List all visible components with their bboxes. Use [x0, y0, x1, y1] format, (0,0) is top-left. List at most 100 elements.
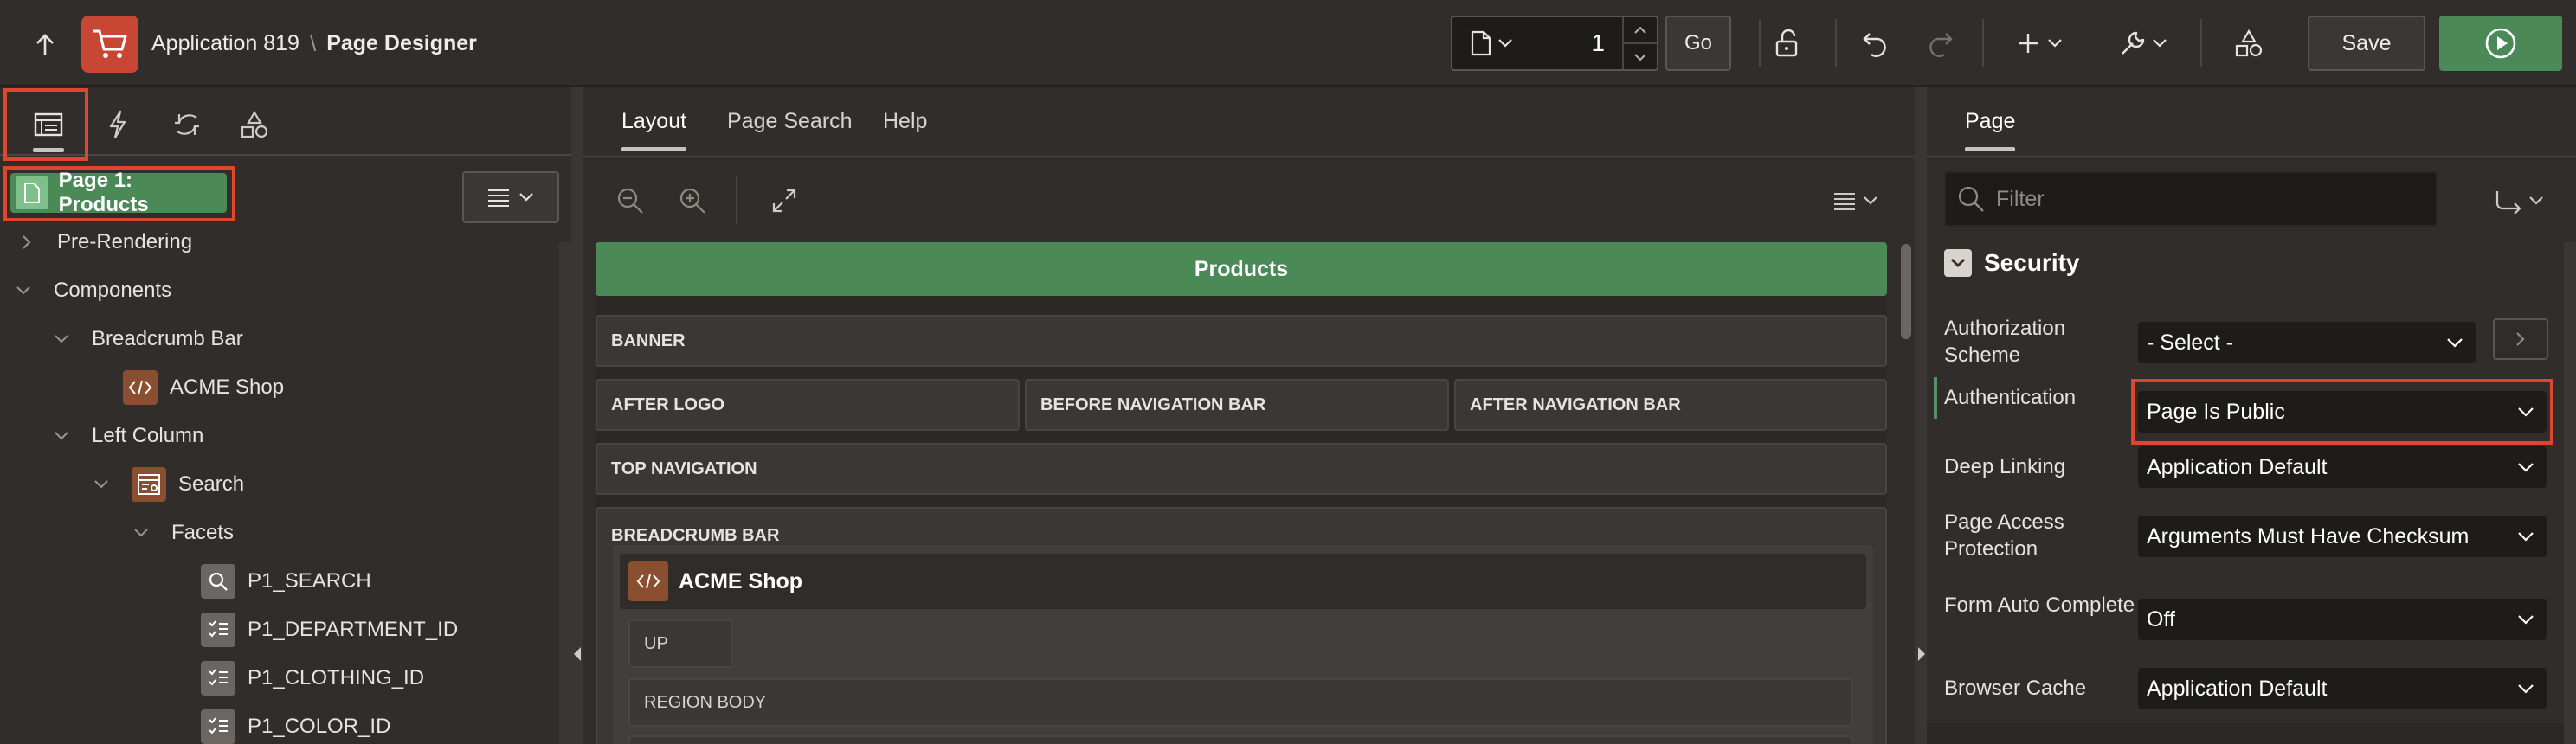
canvas-scrollbar[interactable]: [1899, 242, 1911, 744]
toolbar-divider: [1982, 19, 1984, 67]
page-finder-button[interactable]: [1452, 17, 1530, 69]
save-button[interactable]: Save: [2308, 16, 2425, 71]
checkbox-list-icon: [201, 613, 235, 647]
collapse-toggle-icon[interactable]: [1944, 249, 1972, 277]
expand-icon[interactable]: [760, 176, 808, 225]
page-access-protection-select[interactable]: Arguments Must Have Checksum: [2138, 516, 2547, 557]
stepper-up-icon[interactable]: [1624, 17, 1657, 42]
tree-node-components[interactable]: Components: [14, 270, 171, 311]
tree-node-breadcrumb-bar[interactable]: Breadcrumb Bar: [52, 318, 243, 360]
tree-node-label: Pre-Rendering: [57, 230, 193, 253]
go-button[interactable]: Go: [1665, 16, 1731, 71]
tree-node-acme-shop[interactable]: ACME Shop: [123, 367, 284, 408]
slot-region-body[interactable]: REGION BODY: [628, 678, 1852, 727]
zoom-in-icon[interactable]: [668, 176, 717, 225]
toolbar-divider: [2200, 19, 2202, 67]
tree-node-pre-rendering[interactable]: Pre-Rendering: [17, 221, 192, 263]
browser-cache-select[interactable]: Application Default: [2138, 668, 2547, 709]
rendering-tree-icon: [34, 112, 63, 137]
chevron-down-icon[interactable]: [92, 479, 111, 490]
tab-help[interactable]: Help: [883, 109, 927, 134]
tree-node-p1-search[interactable]: P1_SEARCH: [201, 561, 371, 602]
chevron-down-icon: [2518, 532, 2534, 542]
page-icon: [16, 176, 48, 209]
open-authorization-button[interactable]: [2493, 318, 2548, 360]
select-value: Off: [2147, 606, 2175, 632]
chevron-down-icon: [2518, 463, 2534, 472]
chevron-down-icon: [2048, 39, 2062, 48]
chevron-down-icon[interactable]: [14, 285, 33, 296]
tree-node-search[interactable]: Search: [92, 464, 244, 505]
tree-node-label: P1_CLOTHING_ID: [248, 666, 425, 689]
utilities-menu-button[interactable]: [2110, 19, 2176, 67]
page-stepper[interactable]: [1622, 17, 1657, 69]
dynamic-actions-tab[interactable]: [87, 99, 149, 151]
slot-after-logo[interactable]: AFTER LOGO: [596, 379, 1020, 431]
top-toolbar: Application 819 \ Page Designer 1 Go Sav…: [0, 0, 2576, 87]
tree-node-p1-color-id[interactable]: P1_COLOR_ID: [201, 706, 390, 744]
run-page-button[interactable]: [2439, 16, 2562, 71]
canvas-scroll-thumb[interactable]: [1901, 244, 1911, 339]
page-number-input[interactable]: 1: [1530, 29, 1622, 57]
security-section-header[interactable]: Security: [1944, 242, 2080, 284]
layout-canvas: Products BANNER AFTER LOGO BEFORE NAVIGA…: [596, 242, 1887, 744]
processing-tab[interactable]: [156, 99, 218, 151]
right-splitter[interactable]: [1915, 87, 1927, 744]
chevron-down-icon: [2518, 615, 2534, 625]
zoom-out-icon[interactable]: [606, 176, 654, 225]
slot-banner[interactable]: BANNER: [596, 315, 1887, 367]
chevron-down-icon[interactable]: [132, 528, 151, 538]
slot-before-navigation-bar[interactable]: BEFORE NAVIGATION BAR: [1025, 379, 1449, 431]
tree-menu-button[interactable]: [462, 171, 559, 223]
page-designer: Application 819 \ Page Designer 1 Go Sav…: [0, 0, 2576, 744]
left-splitter[interactable]: [571, 87, 583, 744]
deep-linking-select[interactable]: Application Default: [2138, 446, 2547, 488]
shared-components-tab[interactable]: [223, 99, 286, 151]
property-scrollbar[interactable]: [2564, 242, 2576, 744]
tab-layout[interactable]: Layout: [621, 109, 687, 151]
slot-after-navigation-bar[interactable]: AFTER NAVIGATION BAR: [1454, 379, 1887, 431]
lock-icon[interactable]: [1764, 19, 1813, 67]
chevron-right-icon[interactable]: [17, 234, 36, 250]
stepper-down-icon[interactable]: [1624, 42, 1657, 69]
page-node[interactable]: Page 1: Products: [10, 169, 227, 216]
slot-top-navigation[interactable]: TOP NAVIGATION: [596, 443, 1887, 495]
tree-node-facets[interactable]: Facets: [132, 512, 234, 554]
page-selector: 1: [1451, 16, 1658, 71]
chevron-down-icon[interactable]: [52, 334, 71, 344]
chevron-down-icon: [2447, 338, 2463, 348]
form-auto-complete-select[interactable]: Off: [2138, 599, 2547, 640]
app-name-link[interactable]: Application 819: [151, 31, 299, 56]
chevron-down-icon[interactable]: [52, 431, 71, 441]
collapse-left-icon[interactable]: [574, 647, 581, 661]
layout-menu-button[interactable]: [1823, 176, 1889, 225]
products-page-bar[interactable]: Products: [596, 242, 1887, 296]
acme-shop-region[interactable]: ACME Shop: [620, 554, 1866, 609]
authorization-scheme-select[interactable]: - Select -: [2138, 322, 2476, 363]
create-menu-button[interactable]: [2006, 19, 2072, 67]
code-icon: [628, 561, 668, 601]
section-title: Security: [1984, 249, 2080, 276]
authentication-select[interactable]: Page Is Public: [2138, 391, 2547, 433]
tree-node-label: Facets: [171, 521, 235, 544]
up-arrow-icon[interactable]: [26, 26, 64, 64]
tree-node-p1-department-id[interactable]: P1_DEPARTMENT_ID: [201, 609, 458, 651]
redo-icon[interactable]: [1915, 19, 1963, 67]
slot-region-sub[interactable]: [628, 735, 1852, 744]
shared-components-icon[interactable]: [2225, 19, 2273, 67]
left-scrollbar[interactable]: [559, 242, 571, 744]
slot-up[interactable]: UP: [628, 619, 732, 668]
tree-node-left-column[interactable]: Left Column: [52, 415, 203, 457]
collapse-right-icon[interactable]: [1918, 647, 1925, 661]
list-icon: [1834, 193, 1855, 210]
go-to-group-button[interactable]: [2479, 182, 2559, 220]
cart-icon[interactable]: [81, 16, 138, 73]
tab-page-search[interactable]: Page Search: [727, 109, 853, 134]
filter-input[interactable]: Filter: [1944, 171, 2438, 227]
chevron-down-icon: [519, 193, 533, 202]
tree-node-label: P1_SEARCH: [248, 569, 371, 593]
tree-node-p1-clothing-id[interactable]: P1_CLOTHING_ID: [201, 657, 424, 699]
rendering-tab[interactable]: [17, 99, 80, 152]
tab-page[interactable]: Page: [1965, 109, 2016, 151]
undo-icon[interactable]: [1852, 19, 1901, 67]
